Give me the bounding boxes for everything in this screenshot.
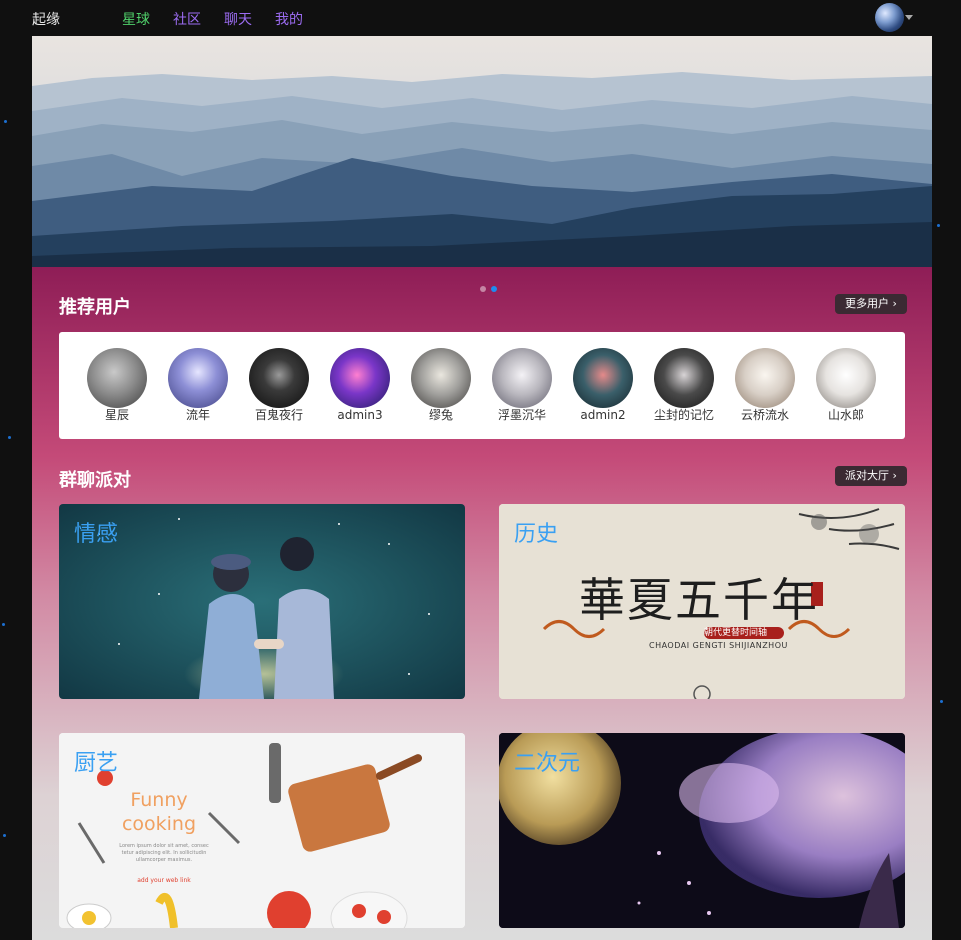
user-card-item[interactable]: 云桥流水 [730,348,800,422]
main-content: 推荐用户 更多用户 › 星辰 流年 百鬼夜行 admin3 缪兔 浮墨沉华 ad… [32,36,932,940]
user-avatar-image [816,348,876,408]
brand-logo[interactable]: 起缘 [32,9,60,29]
party-hall-button[interactable]: 派对大厅 › [835,466,907,486]
user-name: 浮墨沉华 [497,408,546,422]
cooking-image-text: Lorem ipsum dolor sit amet, consec tetur… [119,843,209,863]
room-label: 二次元 [514,751,581,776]
room-label: 厨艺 [74,751,119,776]
background-star [937,224,940,227]
background-star [3,834,6,837]
room-card-anime[interactable]: 二次元 [499,733,905,928]
history-image-title: 華夏五千年 [579,573,819,627]
cooking-image-link: add your web link [137,877,191,884]
user-avatar-image [492,348,552,408]
user-avatar-image [573,348,633,408]
background-star [8,436,11,439]
recommended-users-title: 推荐用户 [59,297,131,318]
room-card-emotion[interactable]: 情感 [59,504,465,699]
recommended-users-card: 星辰 流年 百鬼夜行 admin3 缪兔 浮墨沉华 admin2 尘封的记忆 云… [59,332,905,439]
nav-link-chat[interactable]: 聊天 [224,9,252,29]
nav-link-community[interactable]: 社区 [173,9,201,29]
user-card-item[interactable]: 尘封的记忆 [649,348,719,422]
user-name: 百鬼夜行 [254,408,303,422]
hero-carousel[interactable] [32,36,932,267]
user-avatar-image [249,348,309,408]
user-name: 缪兔 [428,408,453,422]
user-card-item[interactable]: admin2 [568,348,638,422]
user-card-item[interactable]: 星辰 [82,348,152,422]
background-star [940,700,943,703]
user-card-item[interactable]: 缪兔 [406,348,476,422]
room-label: 历史 [514,522,559,547]
top-nav: 起缘 星球 社区 聊天 我的 [0,0,961,36]
user-avatar[interactable] [875,3,904,32]
user-avatar-image [411,348,471,408]
background-star [2,623,5,626]
user-avatar-image [87,348,147,408]
user-avatar-image [654,348,714,408]
user-name: 山水郎 [827,408,864,422]
user-avatar-image [735,348,795,408]
user-name: 流年 [185,408,210,422]
history-image-subtitle: CHAODAI GENGTI SHIJIANZHOU [649,641,788,650]
background-star [4,120,7,123]
couple-illustration-image [59,504,465,699]
user-name: 星辰 [104,408,129,422]
user-card-item[interactable]: 浮墨沉华 [487,348,557,422]
history-image-badge: 朝代更替时间轴 [704,628,768,638]
room-card-cooking[interactable]: Funny cooking Lorem ipsum dolor sit amet… [59,733,465,928]
cooking-image-title: Funny cooking [121,789,197,835]
carousel-dot-1[interactable] [480,286,486,292]
chevron-down-icon[interactable] [905,15,913,20]
user-card-item[interactable]: 山水郎 [811,348,881,422]
user-avatar-image [168,348,228,408]
room-card-history[interactable]: 華夏五千年 朝代更替时间轴 CHAODAI GENGTI SHIJIANZHOU… [499,504,905,699]
mountain-landscape-image [32,36,932,267]
nav-link-planet[interactable]: 星球 [122,9,150,29]
more-users-button[interactable]: 更多用户 › [835,294,907,314]
user-card-item[interactable]: 百鬼夜行 [244,348,314,422]
user-name: admin3 [337,408,383,422]
user-card-item[interactable]: admin3 [325,348,395,422]
user-avatar-image [330,348,390,408]
party-title: 群聊派对 [59,470,131,491]
user-name: 云桥流水 [740,408,789,422]
room-label: 情感 [74,522,119,547]
carousel-dot-2[interactable] [491,286,497,292]
user-name: admin2 [580,408,626,422]
user-name: 尘封的记忆 [653,408,714,422]
user-card-item[interactable]: 流年 [163,348,233,422]
nav-link-mine[interactable]: 我的 [275,9,303,29]
